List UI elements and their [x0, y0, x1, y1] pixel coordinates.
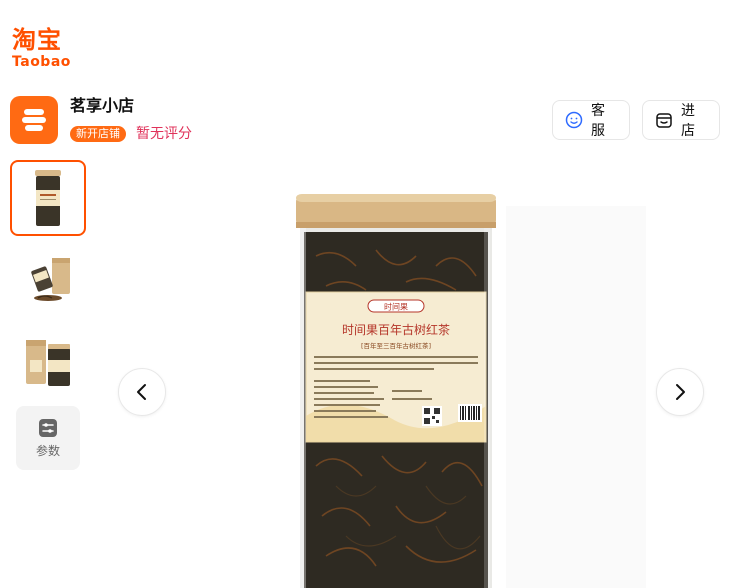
tea-jar-with-tube-image [26, 340, 70, 386]
enter-store-label: 进店 [681, 103, 695, 139]
label-brand: 时间果 [384, 302, 408, 312]
gallery-thumbnail[interactable] [10, 322, 86, 398]
chat-icon [565, 111, 583, 129]
shop-rating: 暂无评分 [136, 126, 192, 142]
parameters-button[interactable]: 参数 [16, 406, 80, 470]
taobao-logo[interactable]: 淘宝 Taobao [12, 26, 82, 72]
chevron-left-icon [137, 384, 146, 400]
shop-logo-icon [22, 109, 46, 131]
tea-jar-thumbnail-image [35, 170, 61, 226]
label-title: 时间果百年古树红茶 [342, 322, 450, 337]
tea-jar-with-leaves-image [31, 258, 70, 301]
main-product-image[interactable]: 时间果 时间果百年古树红茶 [百年至三百年古树红茶] [286, 186, 646, 588]
logo-cn-text: 淘宝 [12, 26, 62, 54]
chevron-right-icon [676, 384, 685, 400]
store-icon [655, 111, 673, 129]
label-subtitle: [百年至三百年古树红茶] [361, 341, 431, 350]
logo-en-text: Taobao [12, 54, 71, 70]
parameters-label: 参数 [35, 443, 60, 458]
customer-service-button[interactable]: 客服 [552, 100, 630, 140]
next-image-button[interactable] [656, 368, 704, 416]
gallery-thumbnail[interactable] [10, 240, 86, 316]
sliders-icon [39, 418, 57, 437]
shop-avatar[interactable] [10, 96, 58, 144]
customer-service-label: 客服 [591, 103, 605, 139]
shop-name[interactable]: 茗享小店 [70, 96, 134, 116]
previous-image-button[interactable] [118, 368, 166, 416]
gallery-thumbnail[interactable] [10, 160, 86, 236]
new-shop-badge: 新开店铺 [70, 126, 126, 142]
enter-store-button[interactable]: 进店 [642, 100, 720, 140]
